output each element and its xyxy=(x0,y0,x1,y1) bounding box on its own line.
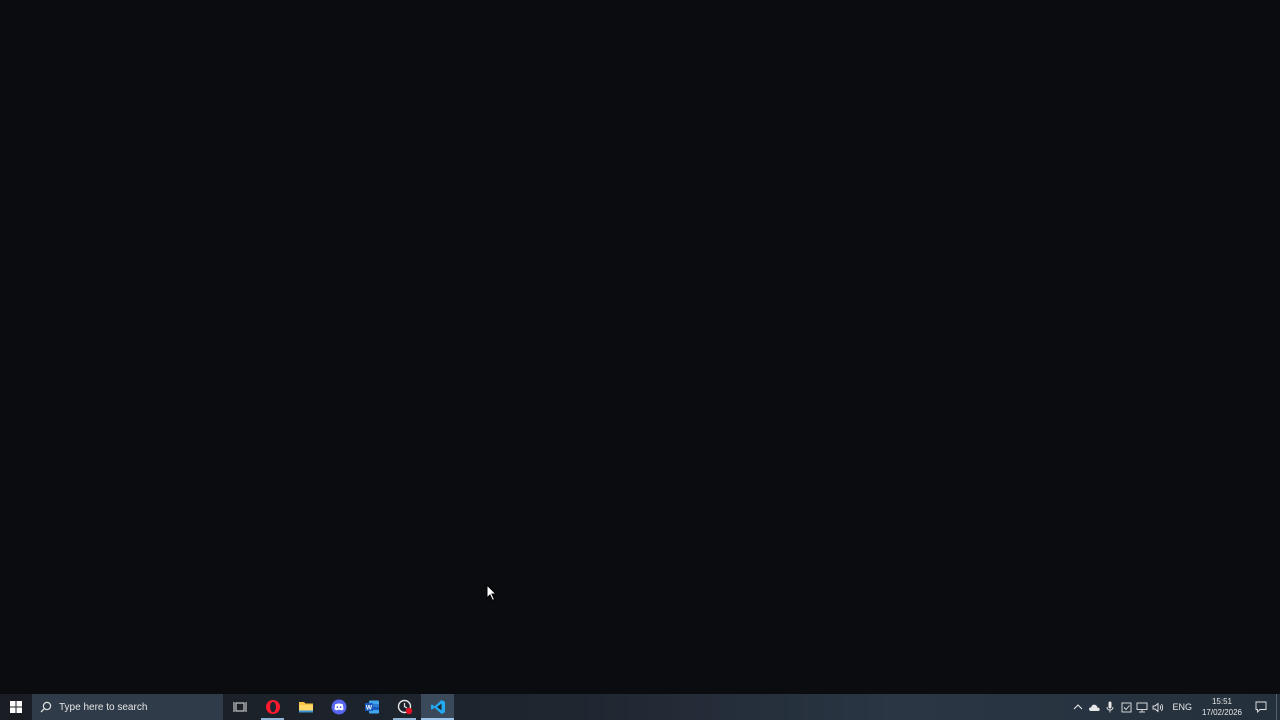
show-hidden-icons-button[interactable] xyxy=(1070,694,1086,720)
discord-icon xyxy=(331,699,346,715)
network-icon xyxy=(1136,702,1148,712)
record-icon xyxy=(397,699,412,715)
desktop[interactable] xyxy=(0,0,1280,694)
search-placeholder: Type here to search xyxy=(59,701,148,713)
taskbar-file-explorer[interactable] xyxy=(289,694,322,720)
clock-time: 15:51 xyxy=(1211,697,1232,706)
folder-icon xyxy=(298,702,313,713)
action-center-button[interactable] xyxy=(1246,694,1276,720)
clock[interactable]: 15:51 17/02/2026 xyxy=(1198,694,1246,720)
task-view-button[interactable] xyxy=(223,694,256,720)
volume-tray-button[interactable] xyxy=(1150,694,1166,720)
network-tray-button[interactable] xyxy=(1134,694,1150,720)
word-icon: W xyxy=(364,700,379,714)
input-language-indicator[interactable]: ENG xyxy=(1166,694,1198,720)
windows-logo-icon xyxy=(10,701,22,713)
task-view-icon xyxy=(233,702,246,712)
search-icon xyxy=(40,701,52,713)
mouse-cursor-icon xyxy=(486,584,498,602)
taskbar-apps: W xyxy=(223,694,454,720)
clock-date: 17/02/2026 xyxy=(1201,708,1242,717)
microphone-icon xyxy=(1106,701,1114,713)
taskbar-recorder[interactable] xyxy=(388,694,421,720)
show-desktop-button[interactable] xyxy=(1276,694,1280,720)
taskbar-vscode[interactable] xyxy=(421,694,454,720)
volume-icon xyxy=(1152,702,1164,712)
microphone-tray-button[interactable] xyxy=(1102,694,1118,720)
taskbar-word[interactable]: W xyxy=(355,694,388,720)
security-icon xyxy=(1121,702,1132,712)
onedrive-tray-button[interactable] xyxy=(1086,694,1102,720)
notification-icon xyxy=(1255,701,1267,713)
cloud-icon xyxy=(1089,704,1101,711)
opera-icon xyxy=(265,700,280,714)
system-tray: ENG 15:51 17/02/2026 xyxy=(1070,694,1280,720)
start-button[interactable] xyxy=(0,694,32,720)
taskbar: Type here to search W ENG 15:51 17/02/20… xyxy=(0,694,1280,720)
taskbar-opera[interactable] xyxy=(256,694,289,720)
svg-text:W: W xyxy=(365,705,372,712)
taskbar-discord[interactable] xyxy=(322,694,355,720)
security-tray-button[interactable] xyxy=(1118,694,1134,720)
chevron-up-icon xyxy=(1074,704,1083,710)
vscode-icon xyxy=(430,700,445,714)
search-input[interactable]: Type here to search xyxy=(32,694,223,720)
